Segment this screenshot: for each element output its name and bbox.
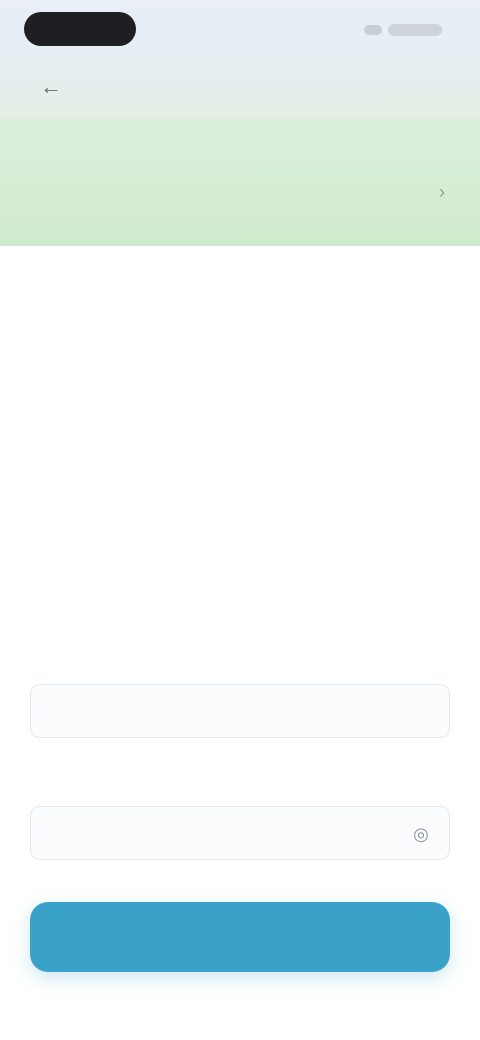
- main-content: ◎: [0, 262, 480, 972]
- toggle-password-visibility[interactable]: ◎: [409, 822, 433, 846]
- back-button[interactable]: ←: [38, 74, 64, 100]
- chevron-right-icon: ›: [439, 181, 445, 202]
- verification-code-input[interactable]: [30, 684, 450, 738]
- banner-chevron-button[interactable]: ›: [430, 180, 454, 204]
- info-banner[interactable]: ›: [0, 118, 480, 246]
- eye-icon: ◎: [413, 823, 429, 844]
- status-icons: [364, 22, 442, 38]
- signal-icon: [364, 25, 382, 35]
- banner-caret: [227, 232, 243, 242]
- arrow-left-icon: ←: [40, 74, 62, 99]
- app-header: ←: [0, 54, 480, 126]
- primary-action-button[interactable]: [30, 902, 450, 972]
- battery-icon: [388, 24, 442, 36]
- status-time-pill: [24, 12, 136, 46]
- password-input[interactable]: ◎: [30, 806, 450, 860]
